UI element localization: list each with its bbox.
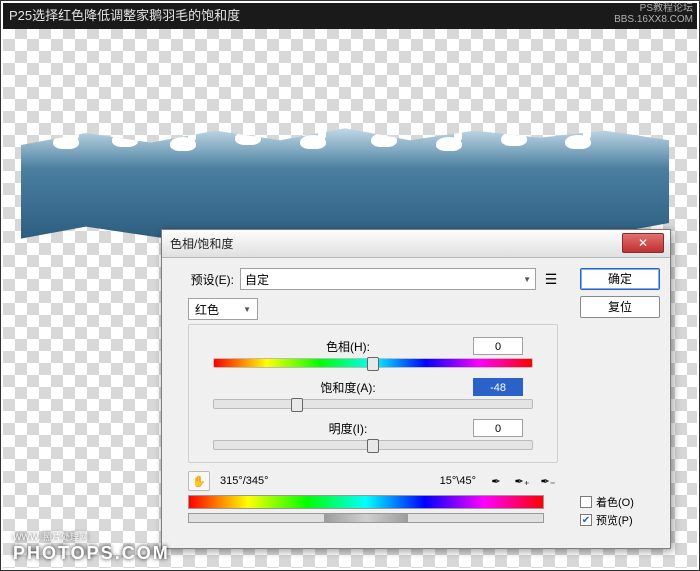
- channel-dropdown[interactable]: 红色 ▼: [188, 298, 258, 320]
- colorize-label: 着色(O): [596, 494, 634, 510]
- dialog-titlebar[interactable]: 色相/饱和度 ✕: [162, 230, 670, 258]
- preview-checkbox[interactable]: ✔: [580, 514, 592, 526]
- step-caption: P25选择红色降低调整家鹅羽毛的饱和度: [9, 5, 240, 24]
- reset-button[interactable]: 复位: [580, 296, 660, 318]
- range-right-value: 15°\45°: [440, 475, 476, 487]
- hue-label: 色相(H):: [223, 338, 473, 355]
- ok-button[interactable]: 确定: [580, 268, 660, 290]
- eyedropper-add-icon[interactable]: ✒₊: [512, 472, 532, 490]
- saturation-slider-thumb[interactable]: [291, 398, 303, 412]
- saturation-input[interactable]: -48: [473, 378, 523, 396]
- range-left-value: 315°/345°: [220, 475, 269, 487]
- preset-menu-icon[interactable]: ☰: [544, 272, 558, 286]
- close-button[interactable]: ✕: [622, 233, 664, 253]
- scrubby-hand-icon[interactable]: ✋: [188, 471, 210, 491]
- geese-water-layer: [21, 121, 669, 241]
- hue-input[interactable]: 0: [473, 337, 523, 355]
- chevron-down-icon: ▼: [523, 275, 531, 284]
- hue-slider-track[interactable]: [213, 358, 533, 368]
- chevron-down-icon: ▼: [243, 305, 251, 314]
- eyedropper-icon[interactable]: ✒: [486, 472, 506, 490]
- preset-dropdown[interactable]: 自定 ▼: [240, 268, 536, 290]
- preset-value: 自定: [245, 271, 269, 288]
- lightness-input[interactable]: 0: [473, 419, 523, 437]
- sliders-panel: 色相(H): 0 饱和度(A): -48: [188, 324, 558, 463]
- preview-label: 预览(P): [596, 512, 633, 528]
- close-icon: ✕: [638, 237, 648, 249]
- hue-slider-thumb[interactable]: [367, 357, 379, 371]
- channel-value: 红色: [195, 301, 219, 318]
- watermark-bottom-left: WWW. 照片处理网 PHOTOPS.COM: [13, 530, 170, 564]
- colorize-checkbox[interactable]: [580, 496, 592, 508]
- range-selection-bar[interactable]: [188, 513, 544, 523]
- preset-label: 预设(E):: [174, 271, 234, 288]
- color-range-bar[interactable]: [188, 495, 544, 509]
- eyedropper-subtract-icon[interactable]: ✒₋: [538, 472, 558, 490]
- saturation-slider-track[interactable]: [213, 399, 533, 409]
- lightness-label: 明度(I):: [223, 420, 473, 437]
- dialog-title: 色相/饱和度: [170, 235, 233, 252]
- watermark-top-right: PS教程论坛 BBS.16XX8.COM: [614, 3, 693, 25]
- lightness-slider-thumb[interactable]: [367, 439, 379, 453]
- saturation-label: 饱和度(A):: [223, 379, 473, 396]
- lightness-slider-track[interactable]: [213, 440, 533, 450]
- hue-saturation-dialog: 色相/饱和度 ✕ 预设(E): 自定 ▼ ☰ 红色 ▼: [161, 229, 671, 549]
